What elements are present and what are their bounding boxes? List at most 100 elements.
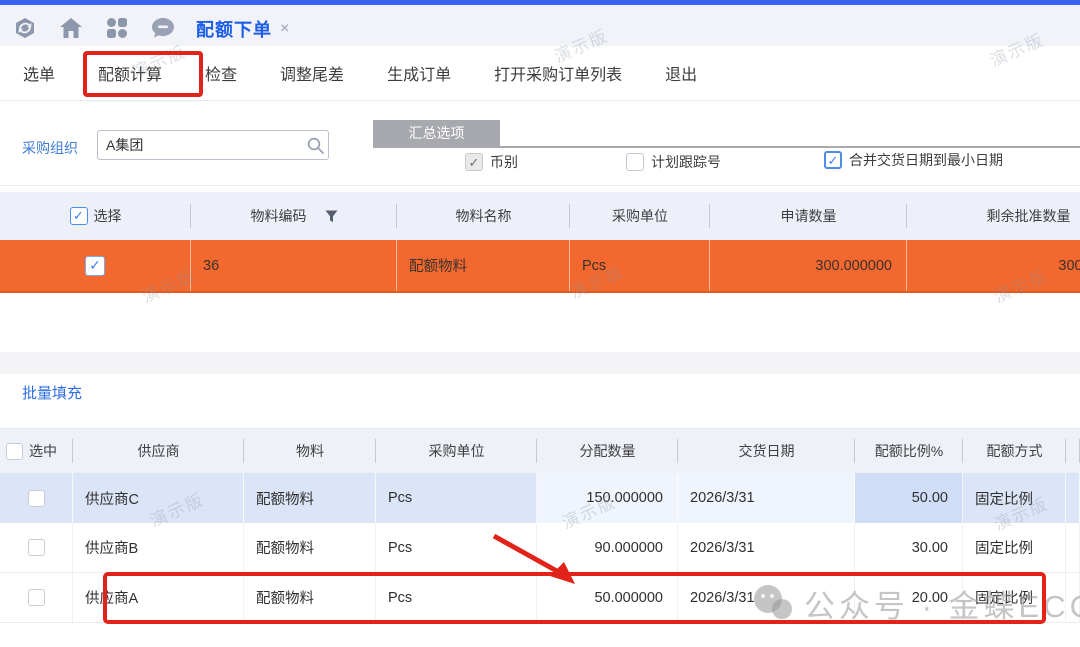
checkbox-plan-track-no[interactable]: 计划跟踪号	[626, 152, 721, 172]
request-qty-cell: 300.000000	[710, 240, 907, 291]
menu-item-generate-order[interactable]: 生成订单	[374, 53, 464, 93]
header-material-code[interactable]: 物料编码	[191, 192, 397, 240]
select-all-checkbox[interactable]: ✓	[70, 207, 88, 225]
row-select-cell	[0, 573, 73, 622]
bulk-fill-link[interactable]: 批量填充	[22, 382, 82, 403]
unit-cell: Pcs	[376, 473, 537, 523]
filler-cell	[1066, 523, 1080, 572]
header-quota-method[interactable]: 配额方式	[963, 429, 1066, 473]
method-cell: 固定比例	[963, 523, 1066, 572]
header-selected: 选中	[0, 429, 73, 473]
purchase-org-input[interactable]	[98, 137, 302, 153]
row-checkbox[interactable]: ✓	[85, 256, 105, 276]
menu-item-adjust-tail[interactable]: 调整尾差	[267, 53, 357, 93]
menu-item-select-order[interactable]: 选单	[10, 53, 68, 93]
header-alloc-qty[interactable]: 分配数量	[537, 429, 678, 473]
request-table-header: ✓ 选择 物料编码 物料名称 采购单位 申请数量 剩余批准数量	[0, 192, 1080, 240]
tab-label: 配额下单	[196, 16, 272, 42]
ratio-cell: 20.00	[855, 573, 963, 622]
app-logo-sync-icon[interactable]	[14, 17, 36, 39]
checkbox-currency-label: 币别	[490, 152, 518, 172]
summary-checkbox-row: ✓ 币别 计划跟踪号 ✓ 合并交货日期到最小日期	[460, 152, 1080, 176]
material-cell: 配额物料	[244, 523, 376, 572]
summary-tab-divider	[373, 146, 1080, 148]
purchase-org-label: 采购组织	[22, 138, 78, 158]
alloc-qty-cell[interactable]: 50.000000	[537, 573, 678, 622]
menu-bar: 选单 配额计算 检查 调整尾差 生成订单 打开采购订单列表 退出	[0, 46, 1080, 101]
allocation-row-supplier-c[interactable]: 供应商C 配额物料 Pcs 150.000000 2026/3/31 50.00…	[0, 473, 1080, 523]
delivery-date-cell[interactable]: 2026/3/31	[678, 573, 855, 622]
header-selected-label: 选中	[29, 441, 57, 461]
filter-funnel-icon[interactable]	[325, 210, 338, 223]
header-select: ✓ 选择	[0, 192, 191, 240]
row-checkbox[interactable]	[28, 490, 45, 507]
supplier-cell: 供应商A	[73, 573, 244, 622]
purchase-org-field	[97, 130, 329, 160]
row-select-cell	[0, 523, 73, 572]
filler-cell	[1066, 573, 1080, 622]
menu-item-check[interactable]: 检查	[192, 53, 250, 93]
tab-close-icon[interactable]: ×	[280, 20, 289, 38]
header-quota-ratio[interactable]: 配额比例%	[855, 429, 963, 473]
header-purchase-unit[interactable]: 采购单位	[570, 192, 710, 240]
section-divider-band	[0, 352, 1080, 374]
select-all-checkbox-2[interactable]	[6, 443, 23, 460]
supplier-cell: 供应商B	[73, 523, 244, 572]
method-cell: 固定比例	[963, 573, 1066, 622]
unit-cell: Pcs	[376, 573, 537, 622]
header-material[interactable]: 物料	[244, 429, 376, 473]
header-request-qty[interactable]: 申请数量	[710, 192, 907, 240]
row-checkbox[interactable]	[28, 539, 45, 556]
header-material-name[interactable]: 物料名称	[397, 192, 570, 240]
apps-grid-icon[interactable]	[106, 17, 128, 39]
menu-item-quota-calc[interactable]: 配额计算	[85, 53, 175, 93]
ratio-cell: 50.00	[855, 473, 963, 523]
header-supplier[interactable]: 供应商	[73, 429, 244, 473]
unit-cell: Pcs	[376, 523, 537, 572]
checkbox-currency-box[interactable]: ✓	[465, 153, 483, 171]
allocation-row-supplier-b[interactable]: 供应商B 配额物料 Pcs 90.000000 2026/3/31 30.00 …	[0, 523, 1080, 573]
header-remaining-approved-qty[interactable]: 剩余批准数量	[907, 192, 1080, 240]
unit-cell: Pcs	[570, 240, 710, 291]
checkbox-plan-track-no-box[interactable]	[626, 153, 644, 171]
header-filler	[1066, 429, 1080, 473]
header-purchase-unit-2[interactable]: 采购单位	[376, 429, 537, 473]
ratio-cell: 30.00	[855, 523, 963, 572]
supplier-cell: 供应商C	[73, 473, 244, 523]
request-row-selected[interactable]: ✓ 36 配额物料 Pcs 300.000000 300.000000	[0, 240, 1080, 293]
tab-summary-options[interactable]: 汇总选项	[373, 120, 500, 146]
material-name-cell: 配额物料	[397, 240, 570, 291]
top-bar: 配额下单 ×	[0, 5, 1080, 46]
alloc-qty-cell[interactable]: 150.000000	[537, 473, 678, 523]
row-checkbox[interactable]	[28, 589, 45, 606]
material-cell: 配额物料	[244, 573, 376, 622]
checkbox-merge-delivery-date-box[interactable]: ✓	[824, 151, 842, 169]
request-table: ✓ 选择 物料编码 物料名称 采购单位 申请数量 剩余批准数量 ✓ 36 配额物…	[0, 192, 1080, 293]
filler-cell	[1066, 473, 1080, 523]
message-bubble-icon[interactable]	[152, 17, 174, 39]
alloc-qty-cell[interactable]: 90.000000	[537, 523, 678, 572]
delivery-date-cell[interactable]: 2026/3/31	[678, 473, 855, 523]
checkbox-plan-track-no-label: 计划跟踪号	[651, 152, 721, 172]
delivery-date-cell[interactable]: 2026/3/31	[678, 523, 855, 572]
row-select-cell	[0, 473, 73, 523]
quota-order-page: { "icons": { "check": "✓", "close": "×" …	[0, 0, 1080, 647]
allocation-row-supplier-a[interactable]: 供应商A 配额物料 Pcs 50.000000 2026/3/31 20.00 …	[0, 573, 1080, 623]
menu-item-open-po-list[interactable]: 打开采购订单列表	[481, 53, 635, 93]
header-select-label: 选择	[94, 206, 122, 226]
remaining-qty-cell: 300.000000	[907, 240, 1080, 291]
material-cell: 配额物料	[244, 473, 376, 523]
filter-area: 采购组织 汇总选项 ✓ 币别 计划跟踪号 ✓ 合并交货日期到最小日期	[0, 102, 1080, 186]
allocation-table-header: 选中 供应商 物料 采购单位 分配数量 交货日期 配额比例% 配额方式	[0, 428, 1080, 473]
header-material-code-label: 物料编码	[251, 206, 307, 226]
menu-item-exit[interactable]: 退出	[652, 53, 710, 93]
method-cell: 固定比例	[963, 473, 1066, 523]
tab-quota-order[interactable]: 配额下单 ×	[196, 16, 289, 42]
material-code-cell: 36	[191, 240, 397, 291]
checkbox-currency[interactable]: ✓ 币别	[465, 152, 518, 172]
checkbox-merge-delivery-date-label: 合并交货日期到最小日期	[849, 150, 1003, 170]
header-delivery-date[interactable]: 交货日期	[678, 429, 855, 473]
checkbox-merge-delivery-date[interactable]: ✓ 合并交货日期到最小日期	[824, 150, 1003, 170]
search-icon[interactable]	[302, 137, 328, 154]
home-icon[interactable]	[60, 17, 82, 39]
